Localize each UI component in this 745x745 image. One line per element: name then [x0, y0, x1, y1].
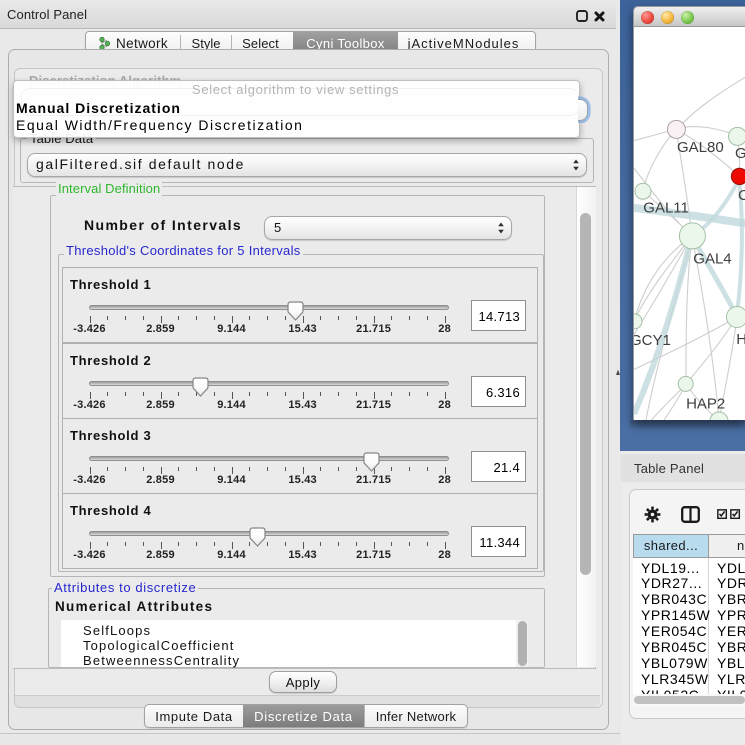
svg-text:GA: GA [735, 145, 745, 162]
svg-text:C: C [738, 187, 745, 204]
svg-text:GAL11: GAL11 [643, 200, 689, 217]
svg-text:H: H [736, 331, 745, 348]
svg-text:GCY1: GCY1 [634, 332, 671, 349]
svg-text:HAP2: HAP2 [686, 396, 725, 413]
svg-text:GAL4: GAL4 [693, 251, 731, 268]
svg-text:GAL80: GAL80 [677, 139, 724, 156]
